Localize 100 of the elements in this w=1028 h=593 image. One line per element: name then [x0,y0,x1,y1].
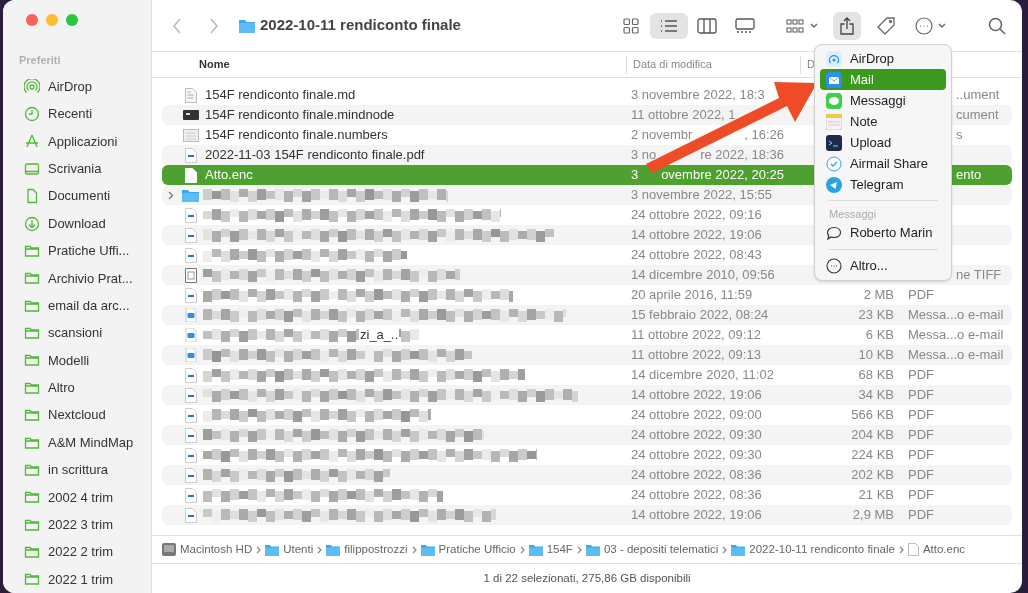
sidebar-item[interactable]: email da arc... [19,292,151,320]
sidebar-item[interactable]: 2022 2 trim [19,538,151,566]
file-kind: ento [956,166,982,185]
path-item[interactable]: 03 - depositi telematici [585,540,719,559]
file-kind: PDF [908,466,934,485]
sidebar-section-title: Preferiti [19,53,62,67]
close-button[interactable] [26,14,38,26]
search-icon[interactable] [988,16,1006,35]
more-button[interactable] [915,16,946,35]
folder-icon [239,18,255,33]
file-kind: Messa...o e-mail [908,306,1004,325]
path-item[interactable]: 2022-10-11 rendiconto finale [731,540,895,559]
messages-icon [826,92,842,109]
sidebar-item[interactable]: 2022 1 trim [19,565,151,593]
pdf-file-icon [184,227,197,243]
sidebar-item[interactable]: AirDrop [19,73,151,101]
sidebar-item[interactable]: Applicazioni [19,127,151,156]
modified-date: 24 ottobre 2022, 09:00 [631,406,762,425]
path-item[interactable]: Atto.enc [907,540,966,559]
notes-icon [826,113,842,130]
modified-date: 3 novembre 2022, 18:3 [631,86,765,105]
modified-date: 3 [631,166,639,185]
zoom-button[interactable] [66,14,78,26]
file-name: 154F rendiconto finale.numbers [205,126,388,145]
menu-item[interactable]: AirDrop [820,48,946,69]
speech-bubble-icon [826,225,842,241]
menu-item[interactable]: Mail [820,69,946,90]
telegram-icon [826,176,842,193]
sidebar-item[interactable]: Scrivania [19,155,151,183]
sidebar-item[interactable]: Nextcloud [19,401,151,429]
desktop-icon [24,160,40,177]
menu-item[interactable]: Roberto Marin [820,222,946,244]
spreadsheet-file-icon [182,128,199,142]
pdf-file-icon [184,487,197,503]
mail-file-icon [184,328,197,342]
file-kind: ne TIFF [956,266,1002,285]
share-button[interactable] [833,11,861,40]
column-header[interactable]: Nome [152,52,626,77]
file-size: 566 KB [851,406,894,425]
modified-date: 24 ottobre 2022, 08:36 [631,486,762,505]
folder-icon [420,543,435,556]
pdf-file-icon [184,447,197,463]
file-icon [182,109,199,121]
modified-date: ovembre 2022, 20:25 [661,166,784,185]
path-item[interactable]: Macintosh HD [162,540,253,559]
share-icon [840,16,854,35]
apps-icon [24,133,40,150]
mail-file-icon [184,308,197,322]
folder-icon [24,270,40,287]
column-header[interactable]: Data di modifica [626,55,800,74]
path-item[interactable]: 154F [528,540,573,559]
sidebar-item[interactable]: Modelli [19,346,151,375]
sidebar-item[interactable]: 2002 4 trim [19,483,151,511]
modified-date: 3 novembre 2022, 15:55 [631,186,772,205]
folder-icon [24,544,40,561]
file-kind: Messa...o e-mail [908,326,1004,345]
gallery-icon [735,17,755,34]
sidebar-item[interactable]: in scrittura [19,456,151,484]
file-size: 23 KB [858,306,894,325]
sidebar-item[interactable]: Download [19,209,151,238]
file-kind: PDF [908,386,934,405]
sidebar-item[interactable]: Documenti [19,182,151,210]
pdf-file-icon [184,287,197,303]
view-mode-button[interactable] [650,12,688,39]
modified-date: , 16:26 [744,126,784,145]
pdf-file-icon [184,247,197,263]
modified-date: 2 novembr [631,126,693,145]
folder-icon [24,571,40,588]
menu-section-title: Messaggi [828,207,878,222]
modified-date: 24 ottobre 2022, 09:30 [631,426,762,445]
sidebar-item[interactable]: Altro [19,374,151,402]
text-file-icon [184,87,197,103]
sidebar-item[interactable]: Recenti [19,100,151,128]
mail-icon [826,71,842,88]
sidebar-item[interactable]: scansioni [19,319,151,347]
file-kind: s [956,126,963,145]
tag-icon[interactable] [877,16,895,35]
modified-date: 11 ottobre 2022, 1 [631,106,736,125]
file-kind: PDF [908,406,934,425]
sidebar-item[interactable]: A&M MindMap [19,428,151,457]
file-size: 224 KB [851,446,894,465]
path-item[interactable]: Utenti [265,540,314,559]
path-item[interactable]: filippostrozzi [326,540,408,559]
folder-icon [585,543,600,556]
disclosure-icon[interactable] [168,190,174,200]
path-item[interactable]: Pratiche Ufficio [420,540,516,559]
modified-date: re 2022, 18:36 [700,146,784,165]
airdrop-icon [826,50,842,67]
sidebar-item[interactable]: 2022 3 trim [19,511,151,539]
pdf-file-icon [184,507,197,523]
pdf-file-icon [184,387,197,403]
file-name: 154F rendiconto finale.md [205,86,356,105]
pdf-file-icon [184,147,197,163]
list-icon [660,18,678,33]
chevron-right-icon [722,545,728,554]
sidebar-item[interactable]: Archivio Prat... [19,264,151,292]
image-file-icon [184,267,197,283]
file-kind: Messa...o e-mail [908,346,1004,365]
chevron-right-icon [576,545,582,554]
sidebar-item[interactable]: Pratiche Uffi... [19,237,151,265]
